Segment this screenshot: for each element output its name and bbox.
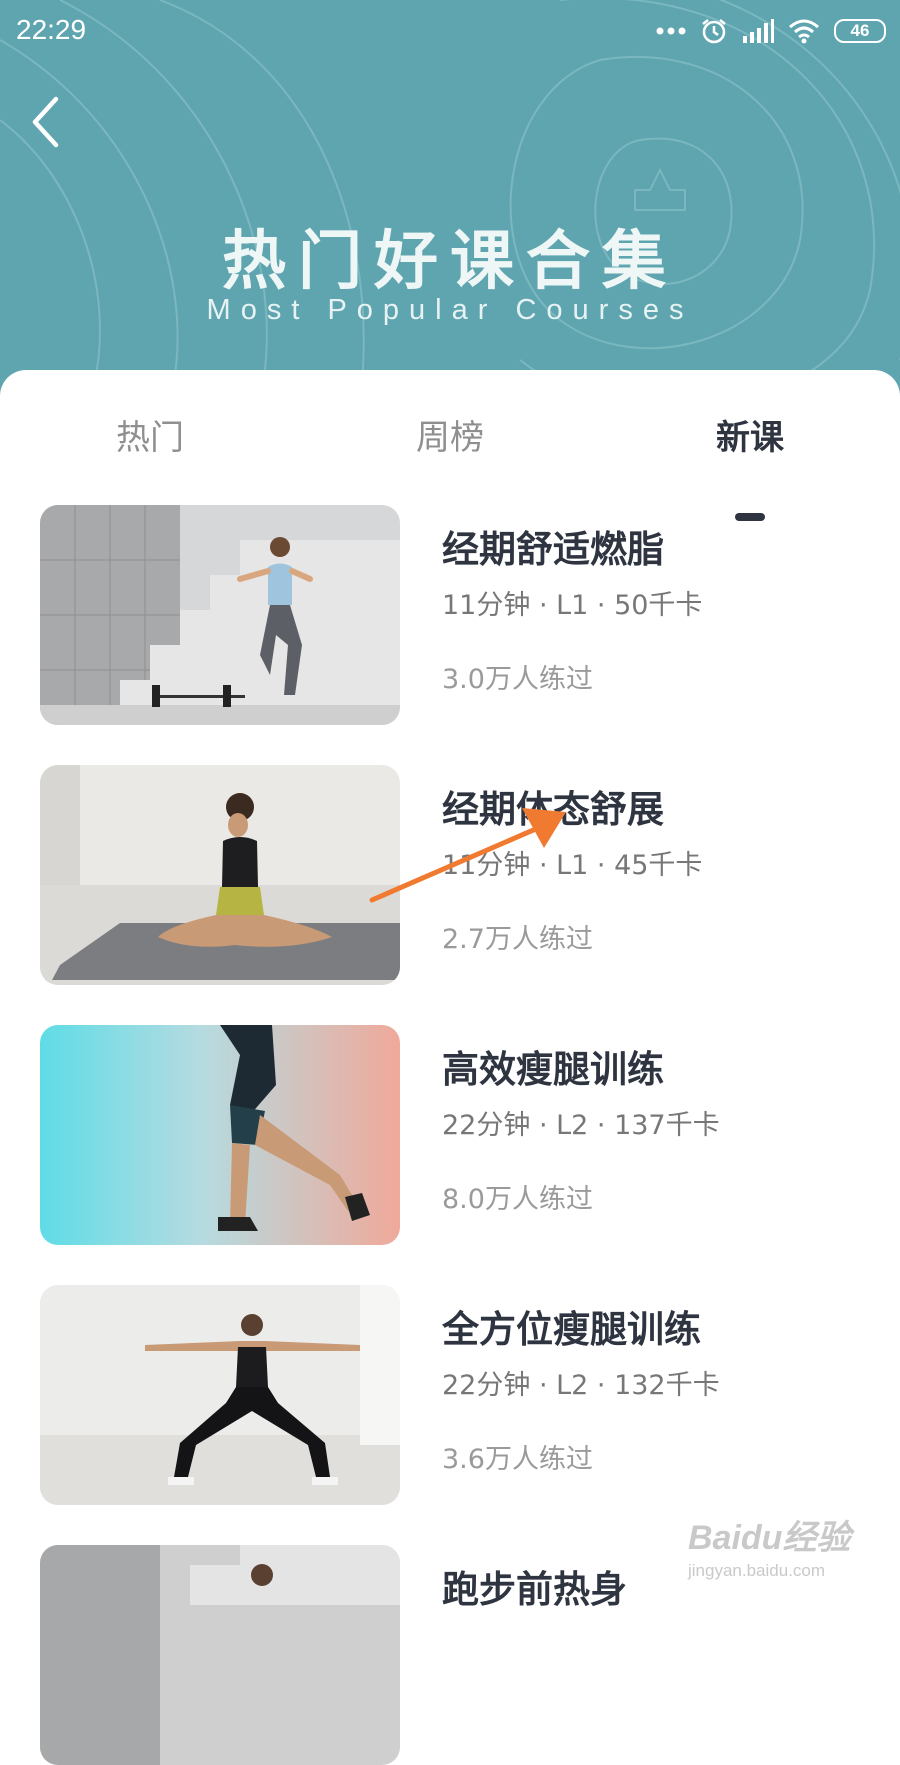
page-subtitle: Most Popular Courses: [206, 294, 694, 326]
wifi-icon: [789, 19, 819, 44]
course-meta: 11分钟 · L1 · 50千卡: [442, 590, 703, 621]
course-count: 3.6万人练过: [442, 1444, 593, 1475]
watermark-logo: Baidu经验: [688, 1519, 851, 1557]
course-title: 经期舒适燃脂: [442, 528, 664, 571]
course-count: 3.0万人练过: [442, 664, 593, 695]
course-photo: [40, 1285, 400, 1505]
alarm-icon: [702, 19, 726, 44]
tab-bar: 热门 周榜 新课: [0, 410, 900, 521]
course-title: 高效瘦腿训练: [442, 1048, 664, 1091]
header-banner: 22:29 46 热门好课合集 Most Popular Courses: [0, 0, 900, 400]
tab-new[interactable]: 新课: [675, 410, 825, 459]
course-meta: 22分钟 · L2 · 137千卡: [442, 1110, 720, 1141]
course-thumbnail: [40, 505, 400, 725]
watermark: Baidu经验 jingyan.baidu.com: [688, 1510, 888, 1590]
chevron-left-icon: [32, 96, 59, 148]
status-time: 22:29: [16, 14, 87, 45]
course-thumbnail: [40, 765, 400, 985]
course-photo: [40, 1545, 400, 1765]
course-item[interactable]: 经期体态舒展 11分钟 · L1 · 45千卡 2.7万人练过: [40, 765, 860, 985]
course-count: 8.0万人练过: [442, 1184, 593, 1215]
page-title: 热门好课合集: [222, 225, 678, 299]
course-title: 全方位瘦腿训练: [442, 1308, 701, 1351]
course-thumbnail: [40, 1025, 400, 1245]
course-title: 经期体态舒展: [442, 788, 664, 831]
status-bar: 22:29 46: [0, 0, 900, 62]
course-photo: [40, 765, 400, 985]
signal-icon: [743, 19, 774, 43]
course-item[interactable]: 高效瘦腿训练 22分钟 · L2 · 137千卡 8.0万人练过: [40, 1025, 860, 1245]
course-thumbnail: [40, 1285, 400, 1505]
tab-weekly[interactable]: 周榜: [375, 410, 525, 459]
tab-hot[interactable]: 热门: [75, 410, 225, 459]
course-title: 跑步前热身: [442, 1568, 627, 1611]
course-photo: [40, 1025, 400, 1245]
status-icons: 46: [656, 14, 886, 48]
course-count: 2.7万人练过: [442, 924, 593, 955]
more-dots-icon: [656, 27, 686, 35]
course-item[interactable]: 全方位瘦腿训练 22分钟 · L2 · 132千卡 3.6万人练过: [40, 1285, 860, 1505]
back-button[interactable]: [20, 92, 70, 152]
course-photo: [40, 505, 400, 725]
course-meta: 11分钟 · L1 · 45千卡: [442, 850, 703, 881]
watermark-url: jingyan.baidu.com: [688, 1561, 826, 1580]
course-meta: 22分钟 · L2 · 132千卡: [442, 1370, 720, 1401]
battery-icon: 46: [834, 19, 886, 43]
course-item[interactable]: 经期舒适燃脂 11分钟 · L1 · 50千卡 3.0万人练过: [40, 505, 860, 725]
course-thumbnail: [40, 1545, 400, 1765]
